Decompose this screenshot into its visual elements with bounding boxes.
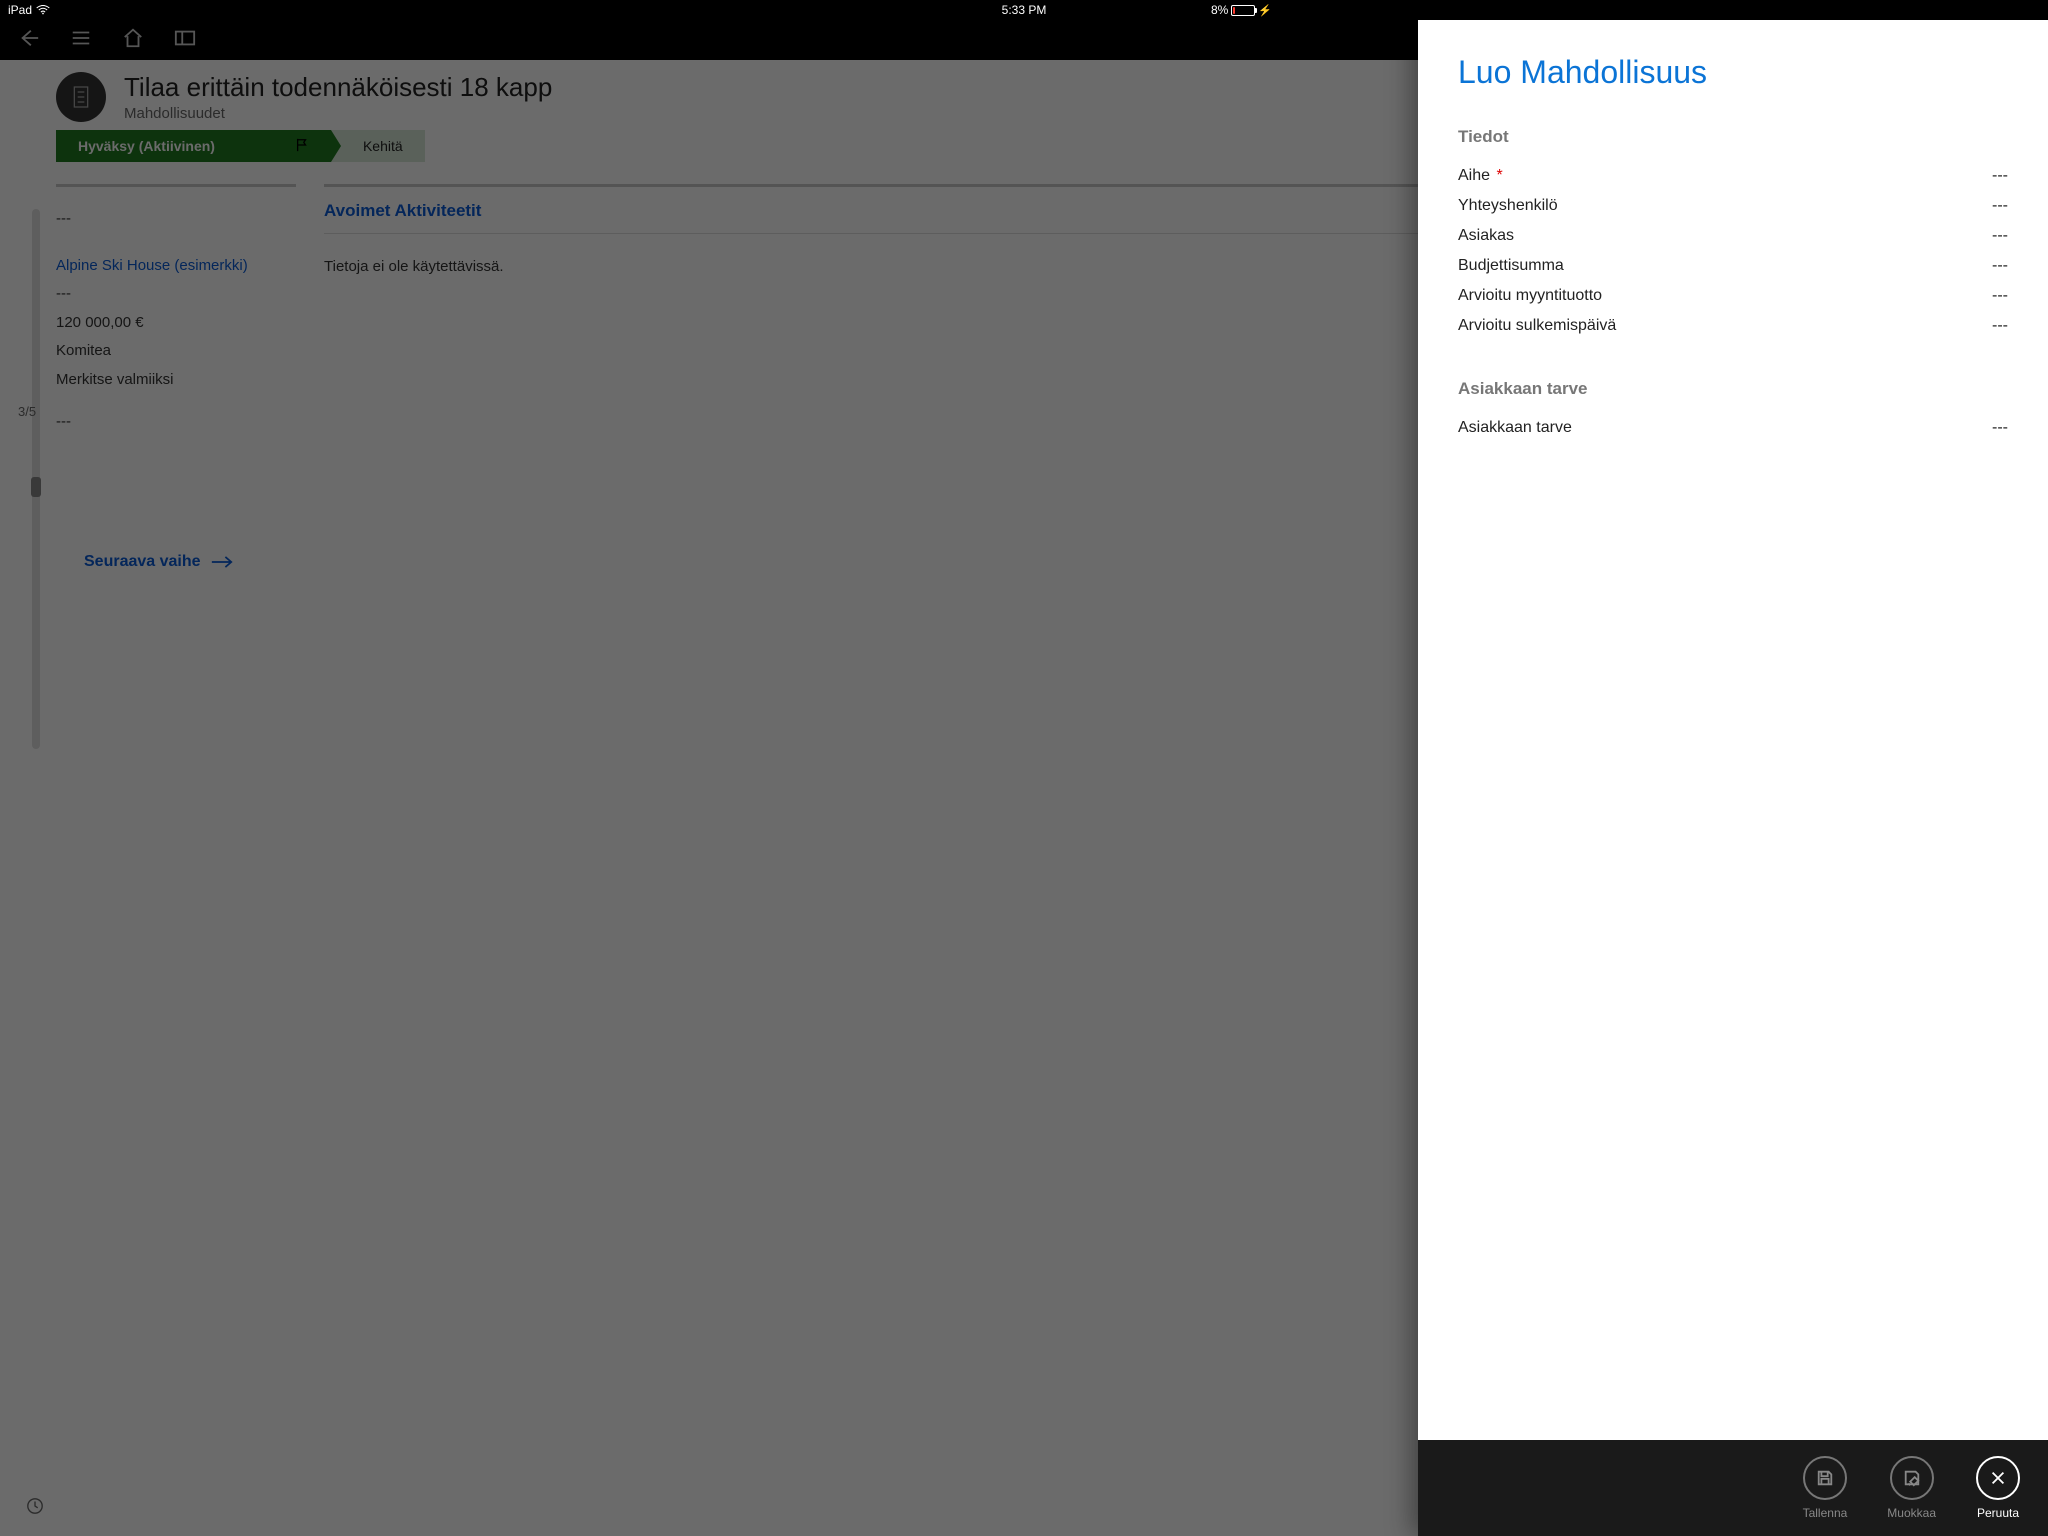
battery-percent: 8% bbox=[1211, 3, 1228, 17]
field-value[interactable]: --- bbox=[1992, 167, 2008, 185]
save-icon bbox=[1816, 1469, 1834, 1487]
device-label: iPad bbox=[8, 3, 32, 17]
clock-label: 5:33 PM bbox=[1002, 3, 1047, 17]
field-value[interactable]: --- bbox=[1992, 197, 2008, 215]
battery-icon bbox=[1231, 5, 1255, 16]
edit-label: Muokkaa bbox=[1887, 1506, 1936, 1520]
field-row[interactable]: Arvioitu sulkemispäivä --- bbox=[1458, 311, 2008, 341]
field-label: Yhteyshenkilö bbox=[1458, 197, 1558, 215]
field-value[interactable]: --- bbox=[1992, 419, 2008, 437]
section-details: Tiedot bbox=[1458, 127, 2008, 147]
create-opportunity-panel: Luo Mahdollisuus Tiedot Aihe *---Yhteysh… bbox=[1418, 20, 2048, 1536]
field-row[interactable]: Aihe * --- bbox=[1458, 161, 2008, 191]
section-need: Asiakkaan tarve bbox=[1458, 379, 2008, 399]
field-label: Asiakkaan tarve bbox=[1458, 419, 1572, 437]
panel-action-bar: Tallenna Muokkaa Peruuta bbox=[1418, 1440, 2048, 1536]
panel-title: Luo Mahdollisuus bbox=[1458, 54, 2008, 91]
cancel-label: Peruuta bbox=[1977, 1506, 2019, 1520]
field-row[interactable]: Yhteyshenkilö --- bbox=[1458, 191, 2008, 221]
field-row[interactable]: Arvioitu myyntituotto --- bbox=[1458, 281, 2008, 311]
field-label: Budjettisumma bbox=[1458, 257, 1564, 275]
ipad-status-bar: iPad 5:33 PM 8% ⚡ bbox=[0, 0, 1280, 20]
field-label: Asiakas bbox=[1458, 227, 1514, 245]
field-label: Arvioitu sulkemispäivä bbox=[1458, 317, 1616, 335]
field-label: Aihe * bbox=[1458, 167, 1503, 185]
field-row[interactable]: Asiakas --- bbox=[1458, 221, 2008, 251]
field-row[interactable]: Asiakkaan tarve --- bbox=[1458, 413, 2008, 443]
cancel-button[interactable]: Peruuta bbox=[1976, 1456, 2020, 1520]
edit-icon bbox=[1903, 1469, 1921, 1487]
wifi-icon bbox=[36, 5, 50, 15]
required-asterisk: * bbox=[1492, 167, 1503, 184]
field-value[interactable]: --- bbox=[1992, 227, 2008, 245]
save-label: Tallenna bbox=[1803, 1506, 1848, 1520]
edit-button[interactable]: Muokkaa bbox=[1887, 1456, 1936, 1520]
field-value[interactable]: --- bbox=[1992, 257, 2008, 275]
field-value[interactable]: --- bbox=[1992, 317, 2008, 335]
field-row[interactable]: Budjettisumma --- bbox=[1458, 251, 2008, 281]
charging-icon: ⚡ bbox=[1258, 4, 1272, 17]
field-label: Arvioitu myyntituotto bbox=[1458, 287, 1602, 305]
field-value[interactable]: --- bbox=[1992, 287, 2008, 305]
close-icon bbox=[1989, 1469, 2007, 1487]
save-button[interactable]: Tallenna bbox=[1803, 1456, 1848, 1520]
